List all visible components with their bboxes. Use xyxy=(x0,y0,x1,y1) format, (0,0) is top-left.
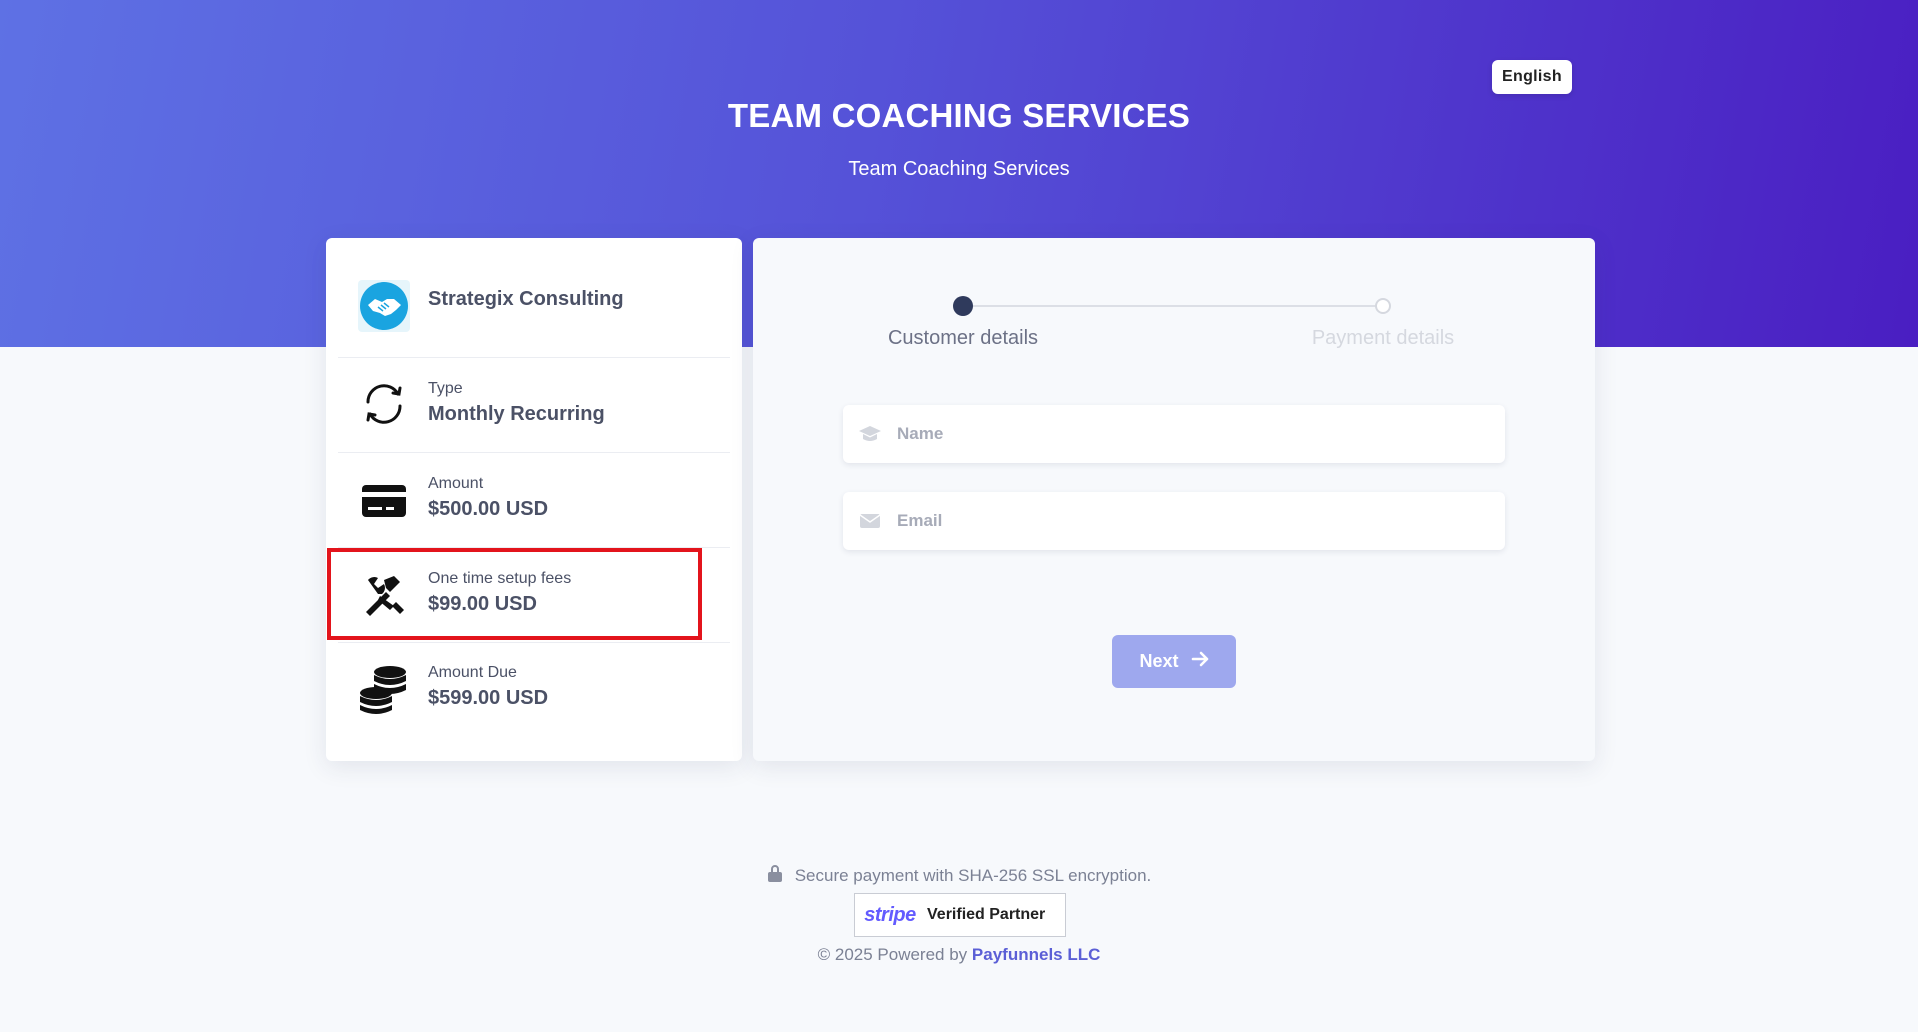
step-1-label: Customer details xyxy=(887,327,1039,349)
lock-icon xyxy=(767,864,783,887)
envelope-icon xyxy=(843,513,897,529)
language-button[interactable]: English xyxy=(1492,60,1572,94)
copyright: © 2025 Powered by Payfunnels LLC xyxy=(0,945,1918,965)
step-2-label: Payment details xyxy=(1311,327,1455,349)
checkout-form-card: Customer details Payment details Next xyxy=(753,238,1595,761)
coins-icon xyxy=(358,663,410,715)
amount-value: $500.00 USD xyxy=(428,498,549,520)
type-label: Type xyxy=(428,380,463,397)
next-button-label: Next xyxy=(1139,651,1179,671)
credit-card-icon xyxy=(358,475,410,527)
page-subtitle: Team Coaching Services xyxy=(848,158,1070,180)
next-button[interactable]: Next xyxy=(1112,635,1236,688)
email-input[interactable] xyxy=(897,492,1505,550)
tools-icon xyxy=(358,570,410,622)
secure-text: Secure payment with SHA-256 SSL encrypti… xyxy=(794,865,1152,885)
amount-row: Amount $500.00 USD xyxy=(338,453,730,548)
company-name: Strategix Consulting xyxy=(428,288,624,310)
page-title: TEAM COACHING SERVICES xyxy=(727,97,1191,134)
setup-fee-row: One time setup fees $99.00 USD xyxy=(338,548,730,643)
stripe-logo: stripe xyxy=(864,903,916,926)
recurring-icon xyxy=(358,378,410,430)
name-field[interactable] xyxy=(843,405,1505,463)
secure-notice: Secure payment with SHA-256 SSL encrypti… xyxy=(0,864,1918,887)
amount-label: Amount xyxy=(428,475,484,492)
step-2-indicator xyxy=(1375,298,1391,314)
name-input[interactable] xyxy=(897,405,1505,463)
amount-due-label: Amount Due xyxy=(428,664,517,681)
stripe-verified-badge: stripe Verified Partner xyxy=(854,893,1066,937)
company-link[interactable]: Payfunnels LLC xyxy=(972,945,1100,964)
type-row: Type Monthly Recurring xyxy=(338,358,730,453)
type-value: Monthly Recurring xyxy=(428,403,605,425)
amount-due-row: Amount Due $599.00 USD xyxy=(338,643,730,761)
handshake-logo-icon xyxy=(358,280,410,332)
stripe-badge-text: Verified Partner xyxy=(927,906,1046,923)
graduation-cap-icon xyxy=(843,424,897,444)
copyright-text: © 2025 Powered by xyxy=(817,945,968,964)
setup-fee-label: One time setup fees xyxy=(428,570,572,587)
arrow-right-icon xyxy=(1191,651,1209,672)
step-1-indicator xyxy=(953,296,973,316)
email-field[interactable] xyxy=(843,492,1505,550)
company-row: Strategix Consulting xyxy=(338,238,730,358)
stepper-line xyxy=(963,305,1383,307)
setup-fee-value: $99.00 USD xyxy=(428,593,537,615)
order-summary-card: Strategix Consulting Type Monthly Recurr… xyxy=(326,238,742,761)
amount-due-value: $599.00 USD xyxy=(428,687,549,709)
